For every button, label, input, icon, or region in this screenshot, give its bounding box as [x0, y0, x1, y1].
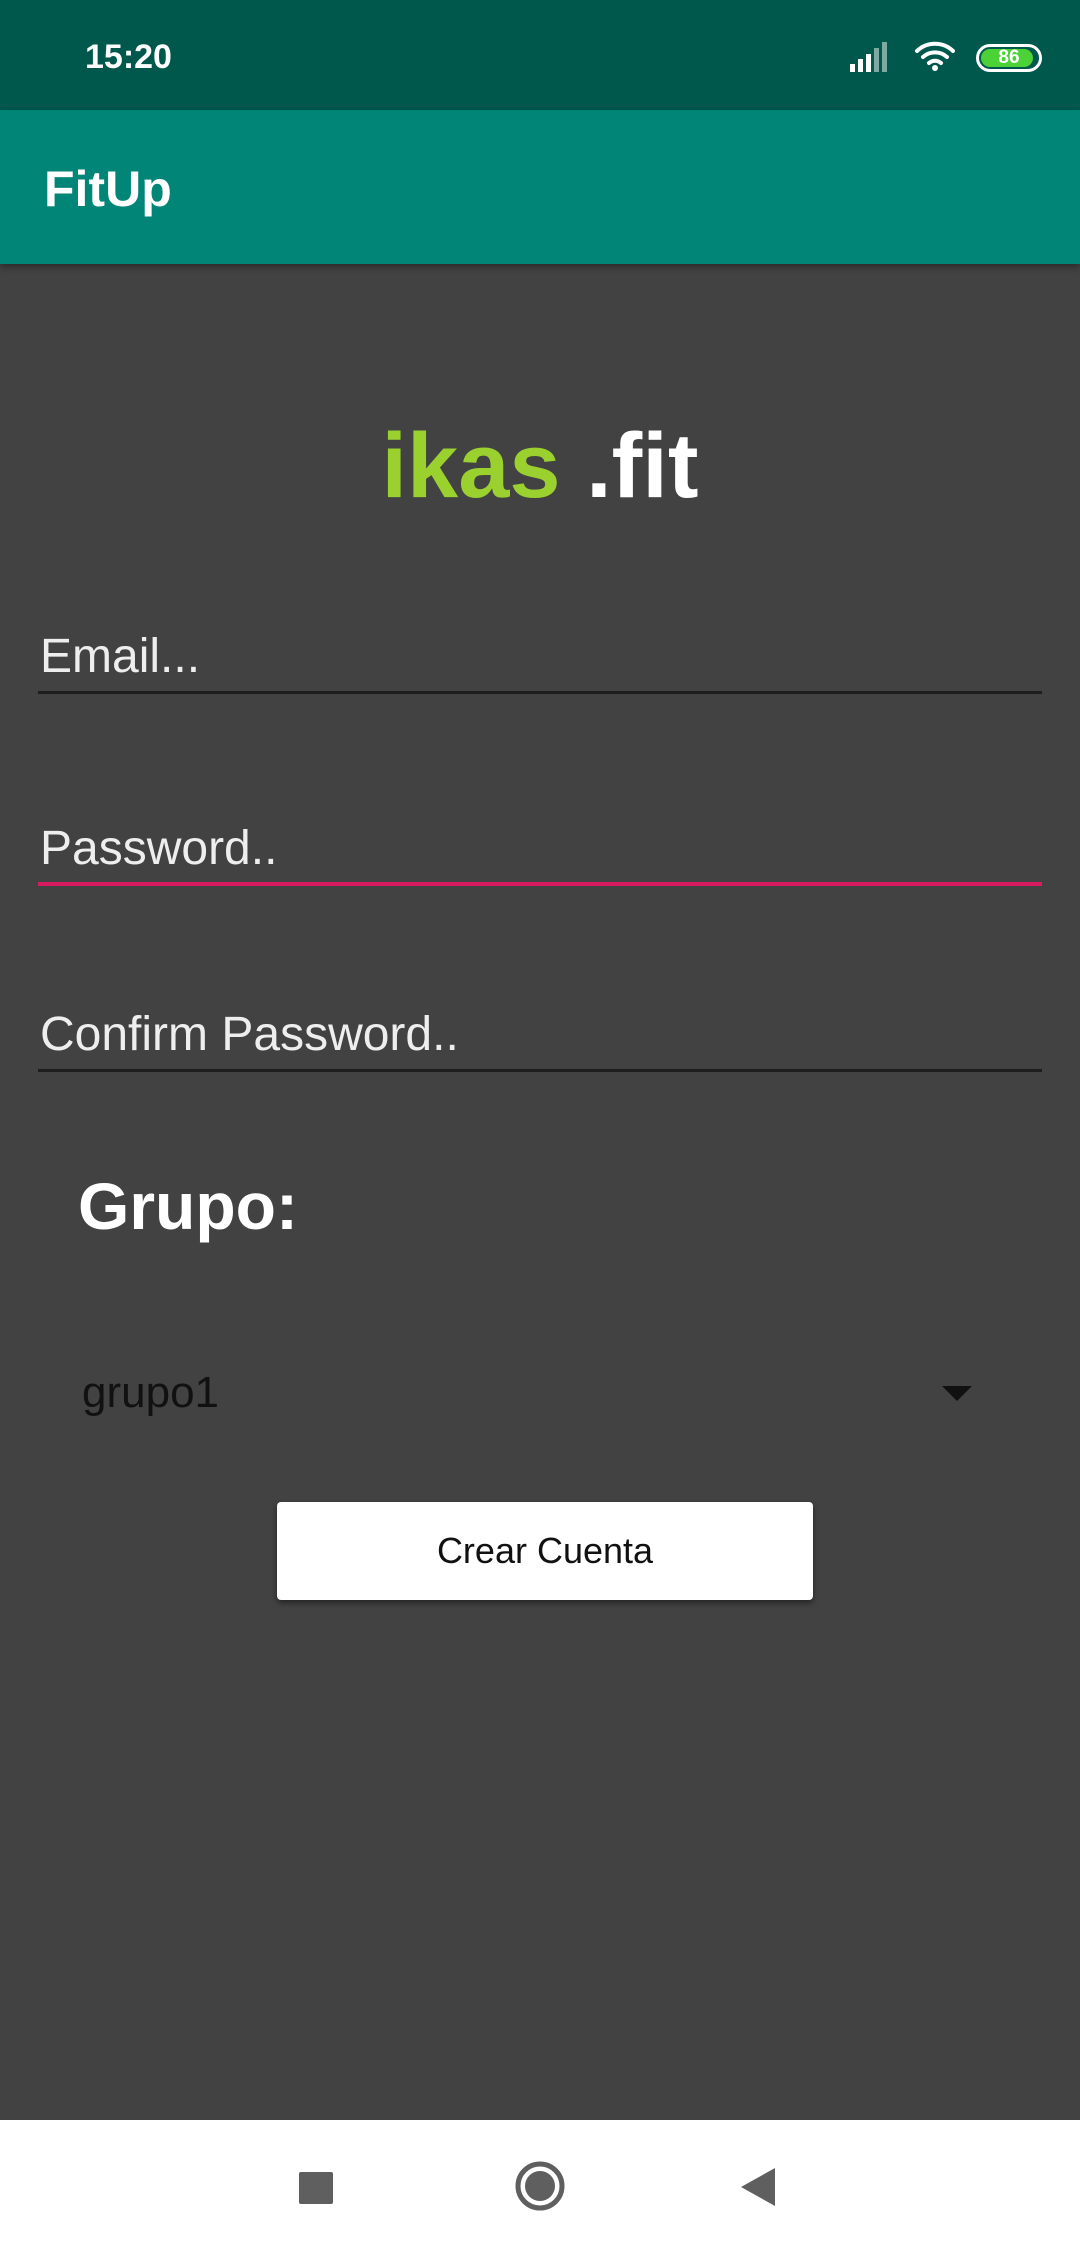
home-icon[interactable] — [514, 2160, 566, 2212]
app-logo: ikas .fit — [0, 420, 1080, 512]
confirm-password-field[interactable] — [38, 1000, 1042, 1072]
status-time: 15:20 — [85, 38, 172, 76]
battery-level: 86 — [998, 47, 1020, 68]
email-field-wrapper — [38, 622, 1042, 702]
create-account-button[interactable]: Crear Cuenta — [277, 1502, 813, 1600]
app-bar: FitUp — [0, 110, 1080, 264]
logo-text-ikas: ikas — [381, 415, 561, 517]
dropdown-arrow-icon — [942, 1386, 972, 1401]
signal-icon — [850, 40, 894, 77]
battery-icon: 86 — [976, 44, 1042, 72]
navigation-bar — [0, 2120, 1080, 2248]
confirm-password-field-wrapper — [38, 1000, 1042, 1080]
group-label: Grupo: — [78, 1169, 298, 1243]
wifi-icon — [914, 40, 956, 77]
status-icons: 86 — [850, 38, 1042, 78]
password-field[interactable] — [38, 814, 1042, 886]
group-spinner-value: grupo1 — [82, 1368, 220, 1417]
group-spinner[interactable]: grupo1 — [78, 1360, 978, 1430]
recents-icon[interactable] — [299, 2172, 333, 2204]
status-bar: 15:20 86 — [0, 0, 1080, 110]
app-title: FitUp — [44, 161, 172, 217]
back-icon[interactable] — [741, 2168, 775, 2206]
password-field-wrapper — [38, 814, 1042, 894]
logo-text-fit: .fit — [586, 415, 699, 517]
email-field[interactable] — [38, 622, 1042, 694]
